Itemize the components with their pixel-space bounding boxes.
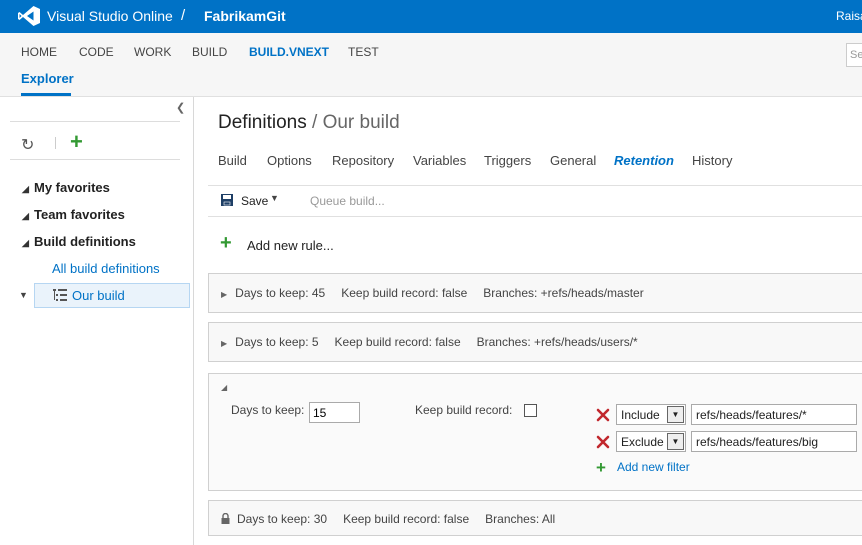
tab-general[interactable]: General: [550, 153, 596, 168]
expand-arrow-icon[interactable]: ▶: [221, 290, 227, 299]
rule-summary: ▶ Days to keep: 45 Keep build record: fals…: [221, 286, 660, 300]
expand-arrow-icon[interactable]: ◢: [22, 184, 34, 195]
collapse-panel-icon[interactable]: ❮: [176, 101, 185, 114]
save-button[interactable]: Save: [241, 194, 268, 208]
rule-keep-record: Keep build record: false: [341, 286, 468, 300]
refresh-icon[interactable]: ↻: [21, 135, 34, 155]
title-definitions-link[interactable]: Definitions: [218, 112, 307, 133]
chevron-down-icon[interactable]: ▼: [270, 193, 279, 203]
keep-build-record-checkbox[interactable]: [524, 404, 537, 417]
rule-branches: Branches: +refs/heads/master: [483, 286, 644, 300]
queue-build-button[interactable]: Queue build...: [310, 194, 385, 208]
main-content: Definitions / Our build Build Options Re…: [195, 97, 862, 545]
tree-node-team-favorites[interactable]: ◢ Team favorites: [22, 207, 125, 222]
days-to-keep-input[interactable]: [309, 402, 360, 423]
lock-icon: [221, 513, 230, 524]
branch-filter-input[interactable]: [691, 431, 857, 452]
header-separator: /: [181, 7, 186, 24]
search-input[interactable]: Se: [846, 43, 862, 67]
title-definition-name: Our build: [322, 112, 400, 133]
user-name[interactable]: Raisa: [836, 9, 862, 23]
chevron-down-icon[interactable]: ▼: [667, 406, 684, 423]
filter-type-value: Include: [621, 408, 660, 422]
nav-code[interactable]: CODE: [79, 45, 114, 59]
retention-rule[interactable]: ▶ Days to keep: 5 Keep build record: false…: [208, 322, 862, 362]
collapse-arrow-icon[interactable]: ◢: [221, 383, 227, 392]
tree-node-my-favorites[interactable]: ◢ My favorites: [22, 180, 110, 195]
nav-build[interactable]: BUILD: [192, 45, 227, 59]
explorer-panel: ❮ ↻ + ◢ My favorites ◢ Team favorites ◢ Bui…: [0, 97, 194, 545]
keep-build-record-label: Keep build record:: [415, 403, 513, 417]
tab-history[interactable]: History: [692, 153, 732, 168]
nav-work[interactable]: WORK: [134, 45, 171, 59]
all-build-definitions-link[interactable]: All build definitions: [52, 261, 160, 276]
branch-filter-input[interactable]: [691, 404, 857, 425]
add-new-rule-button[interactable]: Add new rule...: [247, 238, 334, 253]
rule-keep-record: Keep build record: false: [334, 335, 461, 349]
subnav-explorer[interactable]: Explorer: [21, 71, 74, 86]
retention-rule-locked[interactable]: Days to keep: 30 Keep build record: false…: [208, 500, 862, 536]
rule-keep-record: Keep build record: false: [343, 512, 470, 526]
rule-summary: ▶ Days to keep: 5 Keep build record: false…: [221, 335, 654, 349]
days-to-keep-label: Days to keep:: [231, 403, 305, 417]
divider: [10, 121, 180, 122]
project-name[interactable]: FabrikamGit: [204, 8, 286, 24]
divider: [10, 159, 180, 160]
divider: [208, 185, 862, 186]
retention-rule[interactable]: ▶ Days to keep: 45 Keep build record: fals…: [208, 273, 862, 313]
rule-branches: Branches: +refs/heads/users/*: [476, 335, 638, 349]
tab-options[interactable]: Options: [267, 153, 312, 168]
add-icon[interactable]: +: [220, 233, 232, 253]
retention-rule-expanded: ◢ Days to keep: Keep build record: Inclu…: [208, 373, 862, 491]
nav-test[interactable]: TEST: [348, 45, 379, 59]
hub-nav: HOME CODE WORK BUILD BUILD.VNEXT TEST Ex…: [0, 33, 862, 97]
expand-arrow-icon[interactable]: ▶: [221, 339, 227, 348]
filter-type-value: Exclude: [621, 435, 664, 449]
chevron-down-icon[interactable]: ▼: [667, 433, 684, 450]
brand-name[interactable]: Visual Studio Online: [47, 8, 173, 24]
divider: [55, 137, 56, 149]
remove-filter-icon[interactable]: [596, 435, 610, 449]
visual-studio-logo-icon[interactable]: [18, 6, 40, 26]
rule-summary: Days to keep: 30 Keep build record: false…: [221, 512, 571, 526]
rule-days: Days to keep: 5: [235, 335, 319, 349]
tab-build[interactable]: Build: [218, 153, 247, 168]
build-definition-icon: [53, 289, 67, 301]
tab-variables[interactable]: Variables: [413, 153, 466, 168]
tab-triggers[interactable]: Triggers: [484, 153, 531, 168]
rule-days: Days to keep: 45: [235, 286, 326, 300]
rule-branches: Branches: All: [485, 512, 556, 526]
tab-repository[interactable]: Repository: [332, 153, 394, 168]
add-icon[interactable]: +: [596, 459, 606, 476]
add-definition-icon[interactable]: +: [70, 131, 83, 153]
expand-arrow-icon[interactable]: ◢: [22, 211, 34, 222]
expand-arrow-icon[interactable]: ◢: [22, 238, 34, 249]
filter-type-select[interactable]: Include ▼: [616, 404, 686, 425]
expand-arrow-icon[interactable]: ▼: [19, 290, 28, 300]
divider: [208, 216, 862, 217]
page-title: Definitions / Our build: [218, 112, 400, 134]
rule-days: Days to keep: 30: [237, 512, 328, 526]
tree-node-build-definitions[interactable]: ◢ Build definitions: [22, 234, 136, 249]
subnav-active-indicator: [21, 93, 71, 96]
remove-filter-icon[interactable]: [596, 408, 610, 422]
nav-build-vnext[interactable]: BUILD.VNEXT: [249, 45, 329, 59]
save-icon[interactable]: [221, 194, 233, 206]
top-bar: Visual Studio Online / FabrikamGit Raisa: [0, 0, 862, 33]
filter-type-select[interactable]: Exclude ▼: [616, 431, 686, 452]
tab-retention[interactable]: Retention: [614, 153, 674, 168]
tree-item-our-build[interactable]: Our build: [72, 288, 125, 303]
title-separator: /: [306, 112, 323, 133]
add-new-filter-link[interactable]: Add new filter: [617, 460, 690, 474]
nav-home[interactable]: HOME: [21, 45, 57, 59]
